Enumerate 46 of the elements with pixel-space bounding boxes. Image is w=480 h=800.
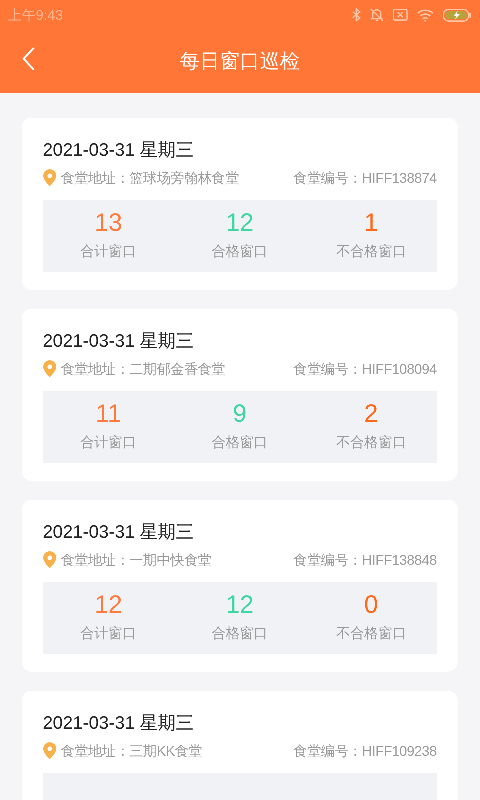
stat-label: 合计窗口 <box>80 433 137 452</box>
stat-value: 13 <box>94 208 123 239</box>
record-card[interactable]: 2021-03-31 星期三 食堂地址：篮球场旁翰林食堂 食堂编号：HIFF138874 13 合计窗口 12 合格窗口 1 不合格窗口 <box>22 118 458 290</box>
canteen-code: 食堂编号：HIFF108094 <box>292 360 437 378</box>
stat-value: 12 <box>226 208 254 239</box>
record-date: 2021-03-31 星期三 <box>43 712 196 735</box>
record-card[interactable]: 2021-03-31 星期三 食堂地址：三期KK食堂 食堂编号：HIFF109238 <box>22 691 458 800</box>
canteen-address: 食堂地址：三期KK食堂 <box>61 742 202 760</box>
stat-value: 0 <box>364 590 378 621</box>
record-card[interactable]: 2021-03-31 星期三 食堂地址：一期中快食堂 食堂编号：HIFF138848 12 合计窗口 12 合格窗口 0 不合格窗口 <box>22 500 458 672</box>
location-pin-icon <box>43 169 57 187</box>
stat-value: 11 <box>96 399 122 430</box>
canteen-address: 食堂地址：一期中快食堂 <box>61 550 212 570</box>
canteen-address: 食堂地址：篮球场旁翰林食堂 <box>61 168 240 188</box>
stat-label: 合格窗口 <box>212 433 268 452</box>
record-card[interactable]: 2021-03-31 星期三 食堂地址：二期郁金香食堂 食堂编号：HIFF108094 11 合计窗口 9 合格窗口 2 不合格窗口 <box>22 309 458 481</box>
stat-label: 合格窗口 <box>212 624 268 643</box>
stat-value: 12 <box>226 590 254 621</box>
stat-label: 合格窗口 <box>212 242 268 261</box>
stat-value: 9 <box>233 399 247 430</box>
battery-charging-icon <box>443 8 472 22</box>
status-time: 上午9:43 <box>8 6 64 24</box>
stat-value: 12 <box>94 590 123 621</box>
stat-label: 不合格窗口 <box>336 624 406 643</box>
canteen-code: 食堂编号：HIFF109238 <box>292 742 437 760</box>
location-pin-icon <box>43 742 57 760</box>
stat-label: 不合格窗口 <box>336 433 406 452</box>
stat-label: 合计窗口 <box>80 624 137 643</box>
muted-bell-icon <box>370 8 384 22</box>
bluetooth-icon <box>352 8 361 22</box>
record-date: 2021-03-31 星期三 <box>43 330 196 353</box>
location-pin-icon <box>43 360 57 378</box>
wifi-icon <box>417 8 434 22</box>
stat-value: 2 <box>364 399 378 430</box>
stat-label: 合计窗口 <box>80 242 137 261</box>
stat-label: 不合格窗口 <box>336 242 406 261</box>
sim-card-icon <box>393 9 408 21</box>
record-date: 2021-03-31 星期三 <box>43 521 196 544</box>
record-date: 2021-03-31 星期三 <box>43 139 196 162</box>
stat-value: 1 <box>364 208 378 239</box>
canteen-code: 食堂编号：HIFF138874 <box>292 168 437 188</box>
canteen-address: 食堂地址：二期郁金香食堂 <box>61 360 226 378</box>
page-title: 每日窗口巡检 <box>180 50 300 74</box>
location-pin-icon <box>43 551 57 569</box>
canteen-code: 食堂编号：HIFF138848 <box>292 550 437 570</box>
back-icon <box>22 47 36 71</box>
